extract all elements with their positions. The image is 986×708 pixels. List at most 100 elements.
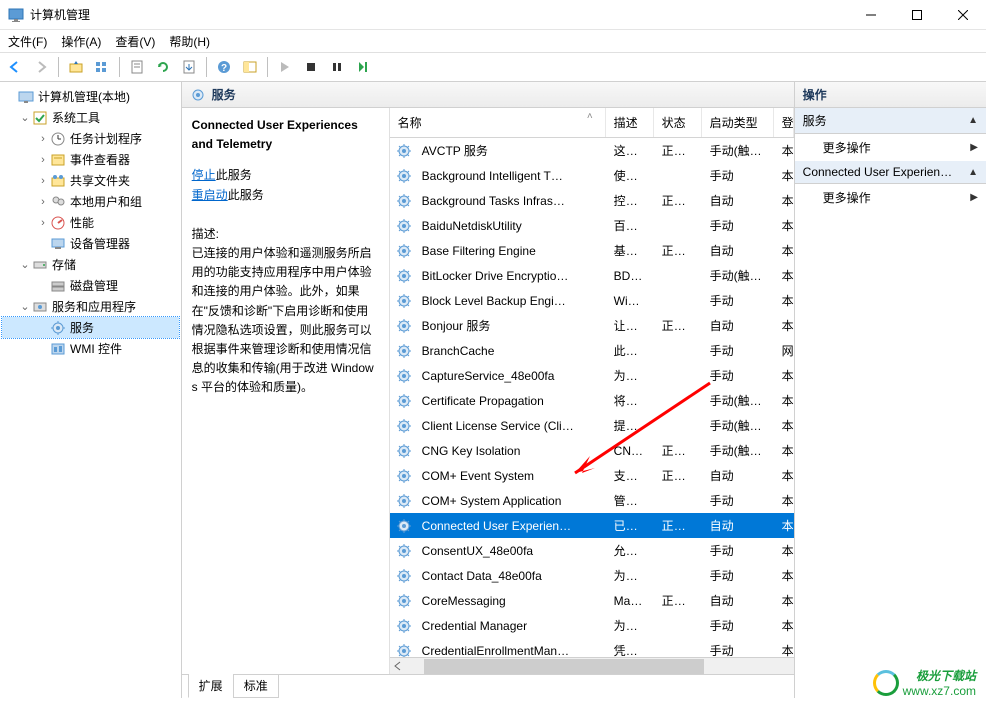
col-name[interactable]: 名称 bbox=[390, 108, 606, 137]
col-start[interactable]: 启动类型 bbox=[702, 108, 774, 137]
action-more-2[interactable]: 更多操作▶ bbox=[795, 184, 986, 211]
service-row[interactable]: CNG Key IsolationCNG…正在…手动(触发…本 bbox=[390, 438, 794, 463]
collapse-icon: ▲ bbox=[968, 115, 978, 126]
menu-file[interactable]: 文件(F) bbox=[8, 33, 47, 50]
service-row[interactable]: CredentialEnrollmentMan…凭据…手动本 bbox=[390, 638, 794, 657]
cell-status bbox=[654, 574, 702, 578]
gear-icon bbox=[396, 168, 412, 184]
service-row[interactable]: BitLocker Drive Encryptio…BDE…手动(触发…本 bbox=[390, 263, 794, 288]
help-button[interactable]: ? bbox=[213, 56, 235, 78]
window-title: 计算机管理 bbox=[30, 6, 90, 23]
tree-root[interactable]: 计算机管理(本地) bbox=[2, 86, 179, 107]
show-hide-button[interactable] bbox=[239, 56, 261, 78]
cell-start: 手动 bbox=[702, 290, 774, 311]
col-desc[interactable]: 描述 bbox=[606, 108, 654, 137]
selected-service-name: Connected User Experiences and Telemetry bbox=[192, 116, 379, 154]
service-row[interactable]: Base Filtering Engine基本…正在…自动本 bbox=[390, 238, 794, 263]
gear-icon bbox=[396, 293, 412, 309]
horizontal-scrollbar[interactable] bbox=[390, 657, 794, 674]
menu-view[interactable]: 查看(V) bbox=[115, 33, 155, 50]
service-row[interactable]: CaptureService_48e00fa为调…手动本 bbox=[390, 363, 794, 388]
cell-status bbox=[654, 274, 702, 278]
tree-task-scheduler[interactable]: ›任务计划程序 bbox=[2, 128, 179, 149]
service-row[interactable]: Background Tasks Infras…控制…正在…自动本 bbox=[390, 188, 794, 213]
refresh-button[interactable] bbox=[152, 56, 174, 78]
cell-login: 本 bbox=[774, 565, 794, 586]
cell-name: COM+ System Application bbox=[414, 492, 606, 510]
tree-device-manager[interactable]: 设备管理器 bbox=[2, 233, 179, 254]
tree-services[interactable]: 服务 bbox=[2, 317, 179, 338]
minimize-button[interactable] bbox=[848, 0, 894, 30]
cell-desc: 这是… bbox=[606, 140, 654, 161]
cell-login: 网 bbox=[774, 340, 794, 361]
tree-performance[interactable]: ›性能 bbox=[2, 212, 179, 233]
export-button[interactable] bbox=[178, 56, 200, 78]
service-row[interactable]: BaiduNetdiskUtility百度…手动本 bbox=[390, 213, 794, 238]
cell-status bbox=[654, 649, 702, 653]
cell-desc: 为联… bbox=[606, 565, 654, 586]
cell-desc: 凭据… bbox=[606, 640, 654, 657]
cell-login: 本 bbox=[774, 640, 794, 657]
col-login[interactable]: 登 bbox=[774, 108, 794, 137]
cell-name: BitLocker Drive Encryptio… bbox=[414, 267, 606, 285]
close-button[interactable] bbox=[940, 0, 986, 30]
service-row[interactable]: Bonjour 服务让硬…正在…自动本 bbox=[390, 313, 794, 338]
cell-start: 手动 bbox=[702, 490, 774, 511]
cell-desc: 提供… bbox=[606, 415, 654, 436]
cell-start: 自动 bbox=[702, 590, 774, 611]
service-row[interactable]: Contact Data_48e00fa为联…手动本 bbox=[390, 563, 794, 588]
service-row[interactable]: Connected User Experien…已连…正在…自动本 bbox=[390, 513, 794, 538]
cell-start: 手动 bbox=[702, 640, 774, 657]
restart-service-link[interactable]: 重启动 bbox=[192, 188, 228, 202]
service-row[interactable]: Background Intelligent T…使用…手动本 bbox=[390, 163, 794, 188]
up-button[interactable] bbox=[65, 56, 87, 78]
cell-desc: BDE… bbox=[606, 267, 654, 285]
col-status[interactable]: 状态 bbox=[654, 108, 702, 137]
action-more-1[interactable]: 更多操作▶ bbox=[795, 134, 986, 161]
forward-button[interactable] bbox=[30, 56, 52, 78]
cell-status bbox=[654, 174, 702, 178]
cell-desc: 将用… bbox=[606, 390, 654, 411]
gear-icon bbox=[396, 193, 412, 209]
back-button[interactable] bbox=[4, 56, 26, 78]
service-row[interactable]: Client License Service (Cli…提供…手动(触发…本 bbox=[390, 413, 794, 438]
cell-status: 正在… bbox=[654, 515, 702, 536]
tree-disk-management[interactable]: 磁盘管理 bbox=[2, 275, 179, 296]
start-service-button[interactable] bbox=[274, 56, 296, 78]
service-row[interactable]: COM+ System Application管理…手动本 bbox=[390, 488, 794, 513]
tree-wmi[interactable]: WMI 控件 bbox=[2, 338, 179, 359]
tree-storage[interactable]: ⌄存储 bbox=[2, 254, 179, 275]
restart-service-button[interactable] bbox=[352, 56, 374, 78]
action-section-selected[interactable]: Connected User Experien…▲ bbox=[795, 161, 986, 184]
service-row[interactable]: Block Level Backup Engi…Win…手动本 bbox=[390, 288, 794, 313]
cell-name: Contact Data_48e00fa bbox=[414, 567, 606, 585]
service-row[interactable]: Credential Manager为用…手动本 bbox=[390, 613, 794, 638]
tree-shared-folders[interactable]: ›共享文件夹 bbox=[2, 170, 179, 191]
tree-services-apps[interactable]: ⌄服务和应用程序 bbox=[2, 296, 179, 317]
cell-status bbox=[654, 349, 702, 353]
gear-icon bbox=[396, 418, 412, 434]
maximize-button[interactable] bbox=[894, 0, 940, 30]
service-row[interactable]: Certificate Propagation将用…手动(触发…本 bbox=[390, 388, 794, 413]
tab-extended[interactable]: 扩展 bbox=[188, 674, 234, 698]
service-row[interactable]: ConsentUX_48e00fa允许…手动本 bbox=[390, 538, 794, 563]
navigation-tree[interactable]: 计算机管理(本地) ⌄系统工具 ›任务计划程序 ›事件查看器 ›共享文件夹 ›本… bbox=[0, 82, 182, 698]
view-list-button[interactable] bbox=[91, 56, 113, 78]
stop-service-button[interactable] bbox=[300, 56, 322, 78]
action-section-services[interactable]: 服务▲ bbox=[795, 108, 986, 134]
stop-service-link[interactable]: 停止 bbox=[192, 168, 216, 182]
service-row[interactable]: COM+ Event System支持…正在…自动本 bbox=[390, 463, 794, 488]
menu-action[interactable]: 操作(A) bbox=[61, 33, 101, 50]
service-row[interactable]: CoreMessagingMan…正在…自动本 bbox=[390, 588, 794, 613]
pause-service-button[interactable] bbox=[326, 56, 348, 78]
list-body[interactable]: AVCTP 服务这是…正在…手动(触发…本Background Intellig… bbox=[390, 138, 794, 657]
tree-local-users[interactable]: ›本地用户和组 bbox=[2, 191, 179, 212]
tree-event-viewer[interactable]: ›事件查看器 bbox=[2, 149, 179, 170]
toolbar: ? bbox=[0, 52, 986, 82]
properties-button[interactable] bbox=[126, 56, 148, 78]
menu-help[interactable]: 帮助(H) bbox=[169, 33, 210, 50]
tab-standard[interactable]: 标准 bbox=[233, 674, 279, 698]
service-row[interactable]: AVCTP 服务这是…正在…手动(触发…本 bbox=[390, 138, 794, 163]
tree-system-tools[interactable]: ⌄系统工具 bbox=[2, 107, 179, 128]
service-row[interactable]: BranchCache此服…手动网 bbox=[390, 338, 794, 363]
